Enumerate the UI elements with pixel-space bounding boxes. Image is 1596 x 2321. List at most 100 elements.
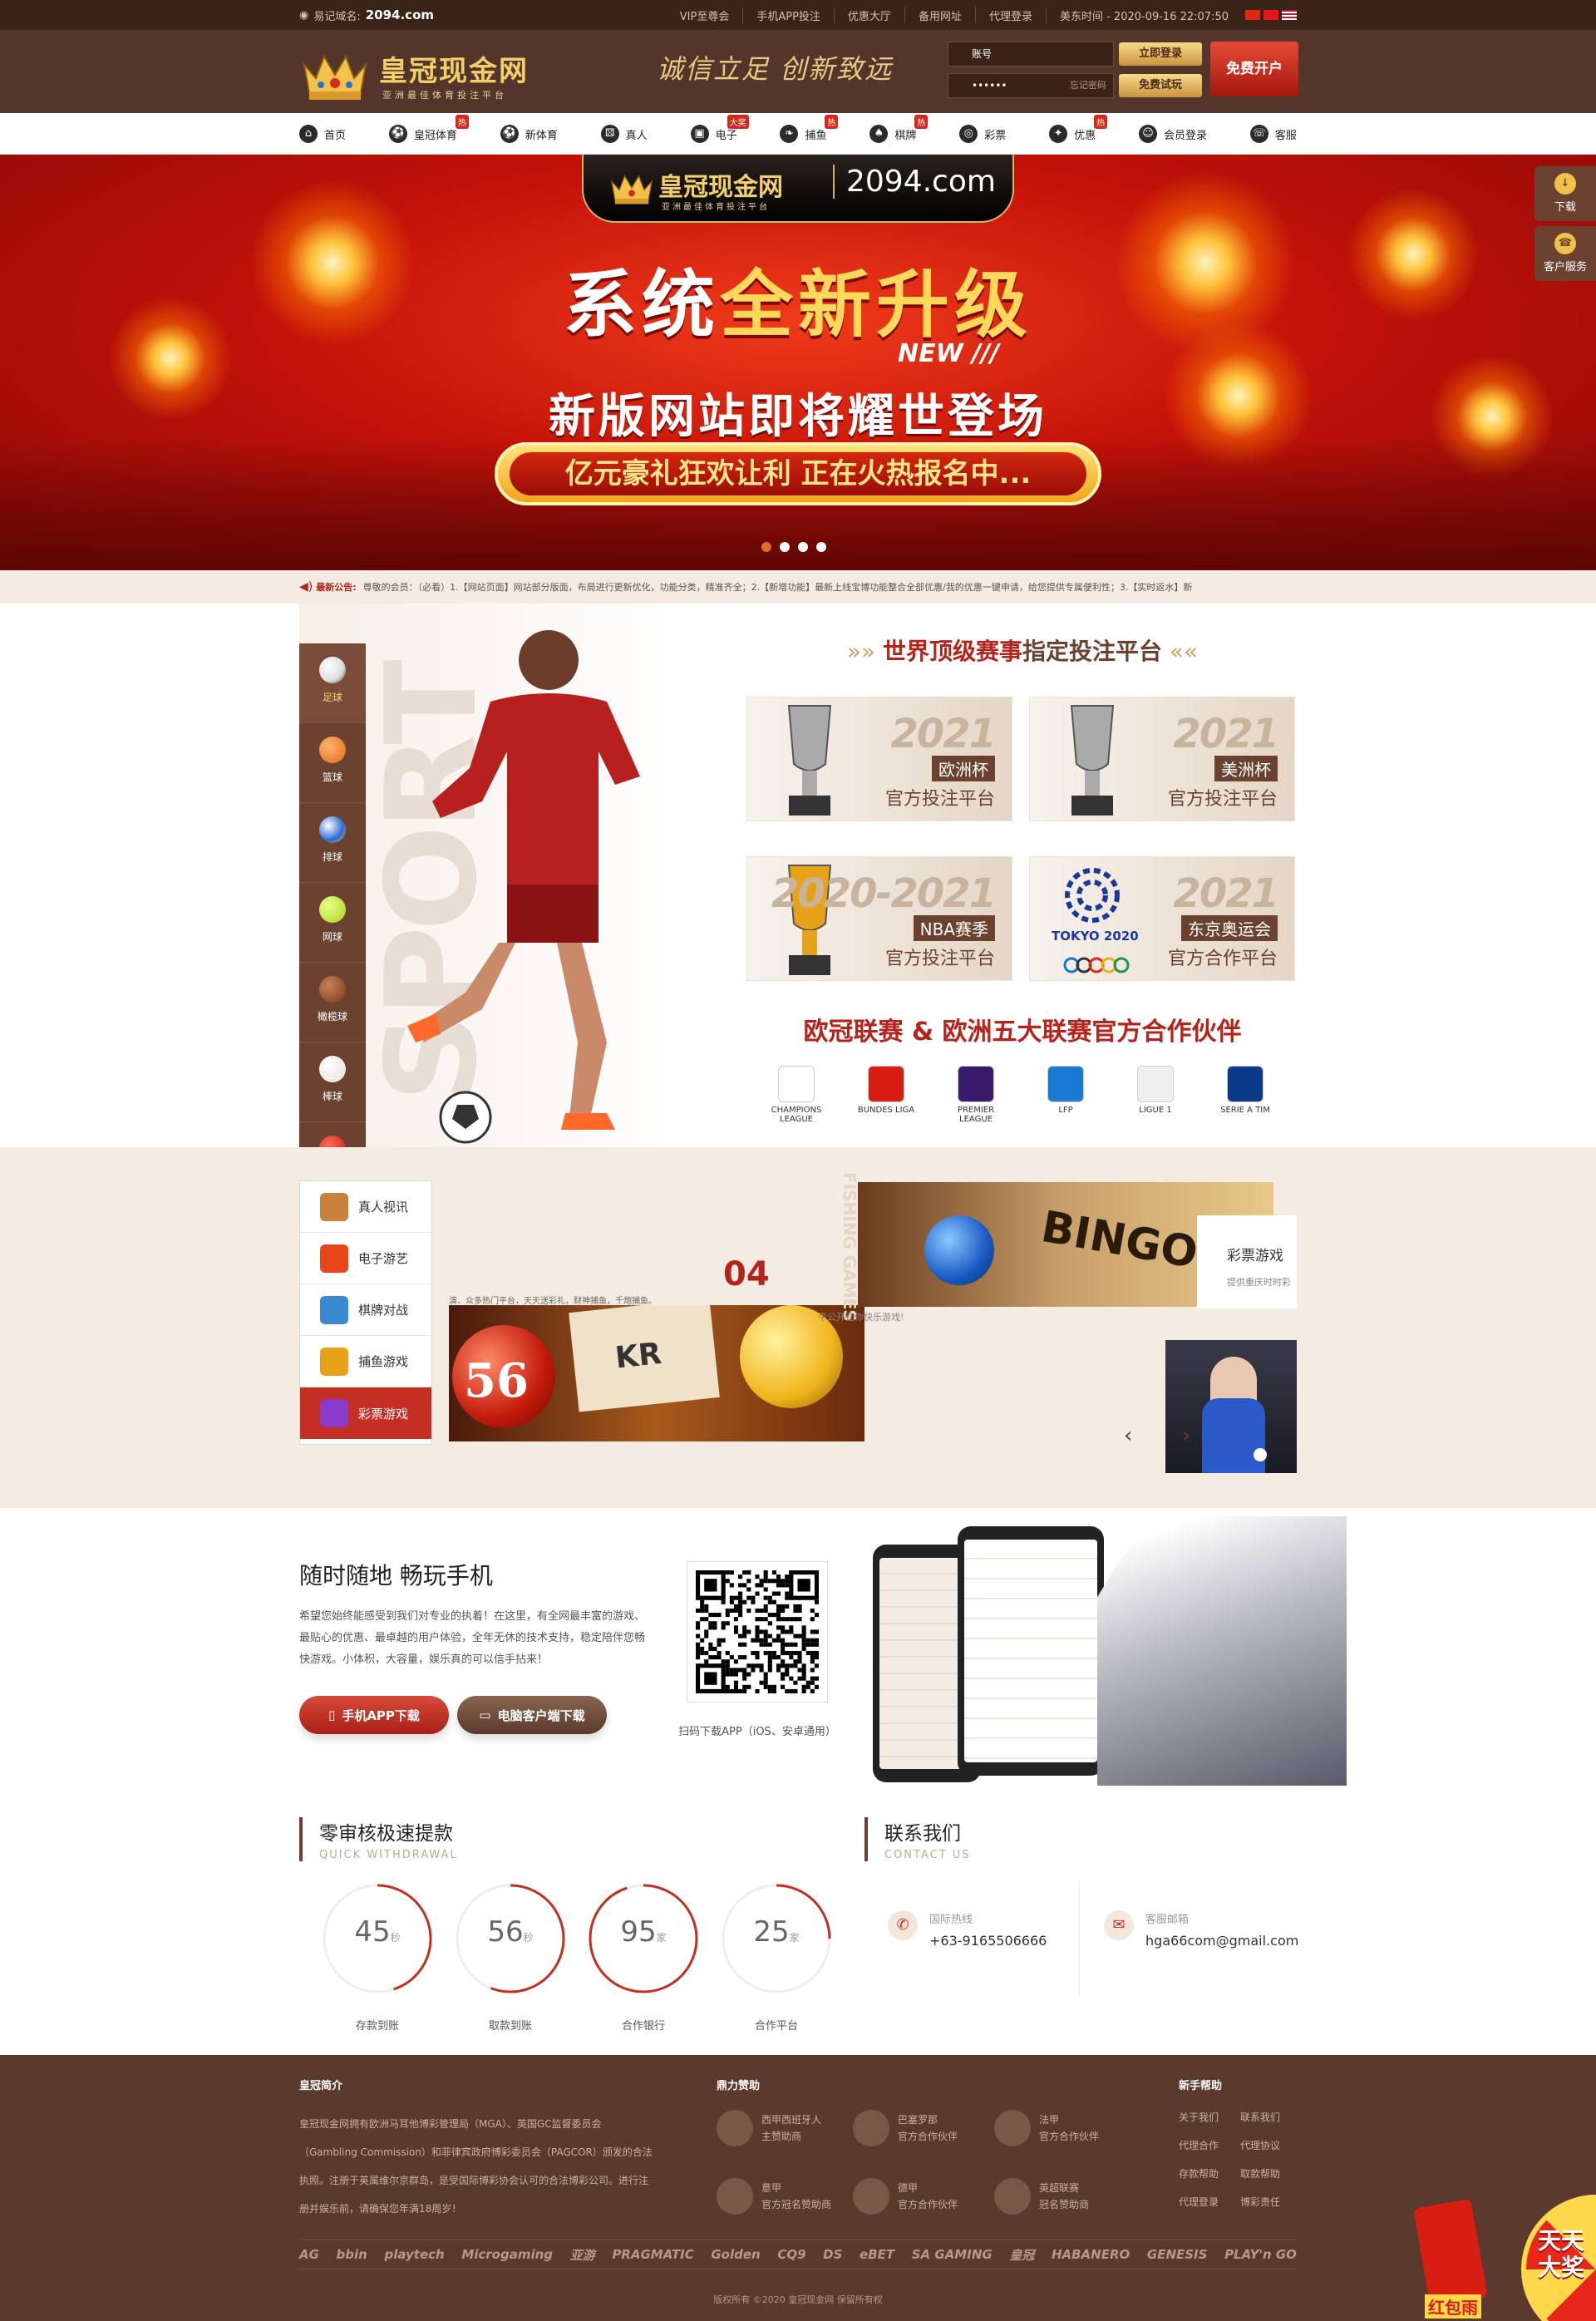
provider-logo-11[interactable]: 皇冠	[1009, 2246, 1034, 2264]
float-service[interactable]: ☎ 客户服务	[1534, 226, 1596, 281]
sport-tab-4[interactable]: 橄榄球	[299, 963, 366, 1042]
cup-card-2[interactable]: 2020-2021 NBA赛季 官方投注平台	[746, 856, 1012, 981]
banner-dot[interactable]	[780, 542, 790, 552]
banner-dot[interactable]	[816, 542, 826, 552]
provider-logo-7[interactable]: CQ9	[777, 2247, 805, 2262]
help-link[interactable]: 关于我们	[1179, 2103, 1219, 2131]
provider-logo-1[interactable]: bbin	[337, 2247, 367, 2262]
nav-item-4[interactable]: ▣ 电子 大奖	[690, 113, 749, 155]
game-tab-1[interactable]: 电子游艺	[300, 1233, 431, 1284]
provider-logo-4[interactable]: 亚游	[570, 2246, 595, 2264]
lottery-main-image[interactable]: 56 KR	[449, 1305, 864, 1441]
top-link-agent[interactable]: 代理登录	[976, 7, 1047, 23]
provider-logo-13[interactable]: GENESIS	[1147, 2247, 1208, 2262]
provider-logo-6[interactable]: Golden	[711, 2247, 760, 2262]
sport-tab-1[interactable]: 篮球	[299, 723, 366, 803]
game-tab-3[interactable]: 捕鱼游戏	[300, 1336, 431, 1387]
provider-logos: AG bbin playtech Microgaming 亚游 PRAGMATIC Gold…	[299, 2240, 1297, 2269]
provider-logo-3[interactable]: Microgaming	[461, 2247, 553, 2262]
game-tab-0[interactable]: 真人视讯	[300, 1181, 431, 1233]
cup-card-3[interactable]: TOKYO 2020 2021 东京奥运会 官方合作平台	[1029, 856, 1295, 981]
game-tab-2[interactable]: 棋牌对战	[300, 1284, 431, 1336]
league-logo-2[interactable]: PREMIER LEAGUE	[943, 1066, 1009, 1124]
flag-hk-icon[interactable]	[1264, 10, 1278, 20]
domain-value[interactable]: 2094.com	[366, 7, 434, 22]
sport-tab-5[interactable]: 棒球	[299, 1042, 366, 1122]
provider-logo-5[interactable]: PRAGMATIC	[612, 2247, 693, 2262]
register-button[interactable]: 免费开户	[1210, 42, 1298, 96]
contact-email[interactable]: ✉ 客服邮箱 hga66com@gmail.com	[1104, 1910, 1298, 1949]
help-link[interactable]: 取款帮助	[1240, 2160, 1280, 2188]
sponsor-4[interactable]: 德甲 官方合作伙伴	[853, 2178, 958, 2215]
nav-item-5[interactable]: ❧ 捕鱼热	[780, 113, 839, 155]
app-download-button[interactable]: ▯ 手机APP下载	[299, 1696, 449, 1734]
sponsor-0[interactable]: 西甲西班牙人 主赞助商	[717, 2110, 821, 2146]
promo-float[interactable]: 红包雨 天天大奖	[1413, 2178, 1596, 2321]
help-link[interactable]: 代理登录	[1179, 2188, 1219, 2216]
help-link[interactable]: 联系我们	[1240, 2103, 1280, 2131]
nav-item-7[interactable]: ◎ 彩票	[959, 113, 1006, 155]
contact-phone[interactable]: ✆ 国际热线 +63-9165506666	[888, 1910, 1047, 1949]
sport-tab-2[interactable]: 排球	[299, 803, 366, 883]
cup-card-1[interactable]: 2021 美洲杯 官方投注平台	[1029, 697, 1295, 821]
league-logo-5[interactable]: SERIE A TIM	[1212, 1066, 1278, 1124]
league-logo-3[interactable]: LFP	[1032, 1066, 1099, 1124]
sponsor-1[interactable]: 巴塞罗那 官方合作伙伴	[853, 2110, 958, 2146]
trial-button[interactable]: 免费试玩	[1119, 74, 1202, 97]
cup-card-0[interactable]: 2021 欧洲杯 官方投注平台	[746, 697, 1012, 821]
notice-text[interactable]: 尊敬的会员：（必看）1.【网站页面】网站部分版面，布局进行更新优化，功能分类，精…	[363, 580, 1193, 594]
banner-dot[interactable]	[761, 542, 771, 552]
carousel-prev-icon[interactable]: ‹	[1124, 1423, 1132, 1448]
provider-logo-8[interactable]: DS	[823, 2247, 842, 2262]
top-link-promo[interactable]: 优惠大厅	[835, 7, 905, 23]
carousel-next-icon[interactable]: ›	[1182, 1423, 1190, 1448]
login-button[interactable]: 立即登录	[1119, 42, 1202, 66]
sport-tab-3[interactable]: 网球	[299, 883, 366, 963]
nav-item-3[interactable]: ⚄ 真人	[600, 113, 648, 155]
provider-logo-12[interactable]: HABANERO	[1052, 2247, 1130, 2262]
top-link-app[interactable]: 手机APP投注	[743, 7, 835, 23]
sponsor-2[interactable]: 法甲 官方合作伙伴	[994, 2110, 1099, 2146]
account-input[interactable]: 账号	[948, 42, 1114, 67]
hero-banner[interactable]: 皇冠现金网 亚洲最佳体育投注平台 2094.com 系统全新升级 NEW ///…	[0, 155, 1596, 570]
nav-item-8[interactable]: ✦ 优惠热	[1049, 113, 1108, 155]
flag-us-icon[interactable]	[1282, 10, 1297, 20]
nav-item-9[interactable]: ☺ 会员登录	[1139, 113, 1207, 155]
lottery-info-card[interactable]: 彩票游戏 提供重庆时时彩	[1197, 1215, 1297, 1308]
top-link-backup[interactable]: 备用网址	[905, 7, 976, 23]
nav-item-0[interactable]: ⌂ 首页	[299, 113, 346, 155]
sponsor-3[interactable]: 意甲 官方冠名赞助商	[717, 2178, 831, 2215]
password-input[interactable]: •••••• 忘记密码	[948, 73, 1114, 98]
game-tab-label: 彩票游戏	[358, 1406, 409, 1422]
float-download[interactable]: ↓ 下载	[1534, 166, 1596, 221]
banner-dot[interactable]	[798, 542, 808, 552]
carousel-dot[interactable]	[1254, 1448, 1267, 1461]
help-link[interactable]: 代理协议	[1240, 2131, 1280, 2160]
provider-logo-10[interactable]: SA GAMING	[912, 2247, 993, 2262]
banner-promo-pill[interactable]: 亿元豪礼狂欢让利 正在火热报名中...	[495, 442, 1101, 505]
sponsor-5[interactable]: 英超联赛 冠名赞助商	[994, 2178, 1089, 2215]
pc-download-button[interactable]: ▭ 电脑客户端下载	[457, 1696, 607, 1734]
help-link[interactable]: 存款帮助	[1179, 2160, 1219, 2188]
nav-item-2[interactable]: ⚽ 新体育	[500, 113, 558, 155]
dealer-image[interactable]	[1165, 1340, 1297, 1473]
league-logo-1[interactable]: BUNDES LIGA	[853, 1066, 919, 1124]
provider-logo-14[interactable]: PLAY'n GO	[1224, 2247, 1297, 2262]
nav-item-1[interactable]: ⚽ 皇冠体育热	[388, 113, 469, 155]
game-tab-4[interactable]: 彩票游戏	[300, 1387, 431, 1439]
forgot-password-link[interactable]: 忘记密码	[1070, 74, 1106, 97]
provider-logo-0[interactable]: AG	[299, 2247, 319, 2262]
flag-cn-icon[interactable]	[1245, 10, 1260, 20]
provider-logo-2[interactable]: playtech	[384, 2247, 444, 2262]
nav-item-10[interactable]: ☏ 客服	[1249, 113, 1297, 155]
help-link[interactable]: 代理合作	[1179, 2131, 1219, 2160]
sport-tab-0[interactable]: 足球	[299, 643, 366, 723]
help-link[interactable]: 博彩责任	[1240, 2188, 1280, 2216]
top-link-vip[interactable]: VIP至尊会	[667, 7, 744, 23]
league-logo-0[interactable]: CHAMPIONS LEAGUE	[763, 1066, 830, 1124]
site-logo[interactable]: 皇冠现金网 亚洲最佳体育投注平台	[299, 42, 557, 103]
provider-logo-9[interactable]: eBET	[860, 2247, 894, 2262]
nav-item-6[interactable]: ♠ 棋牌热	[869, 113, 929, 155]
qr-code[interactable]	[687, 1561, 828, 1703]
league-logo-4[interactable]: LIGUE 1	[1122, 1066, 1189, 1124]
